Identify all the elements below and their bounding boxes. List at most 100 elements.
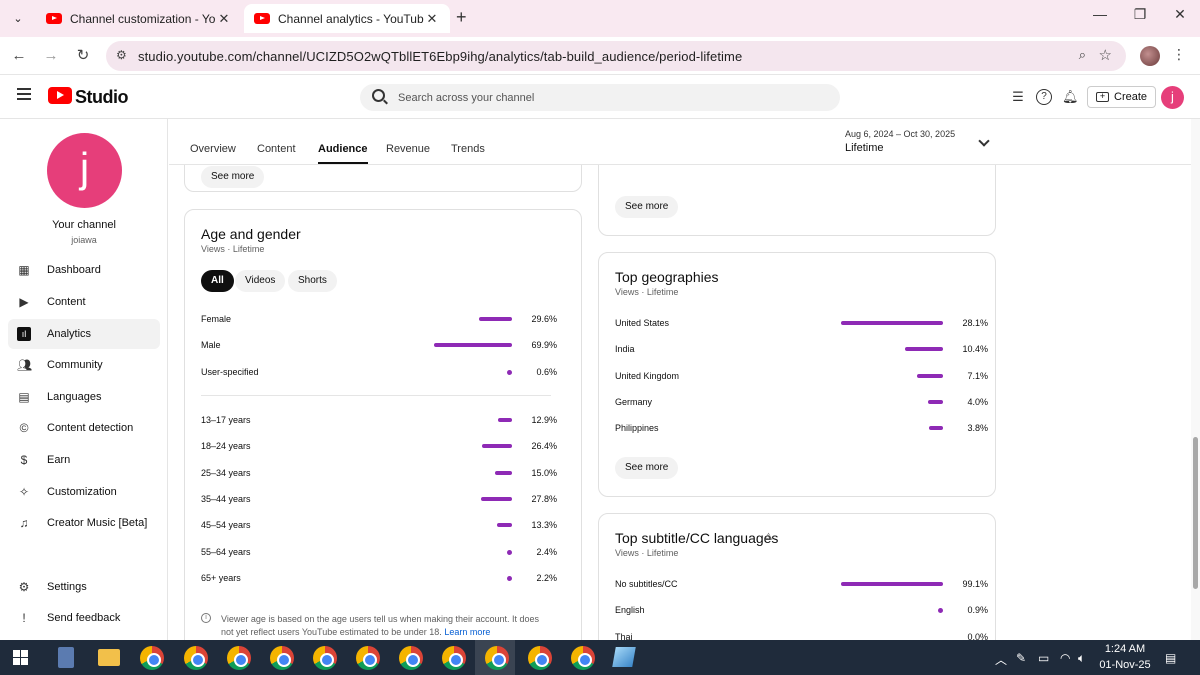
sidebar-item-send-feedback[interactable]: ! Send feedback <box>8 603 160 633</box>
clock-date[interactable]: 01-Nov-25 <box>1095 659 1155 671</box>
chevron-down-icon[interactable] <box>978 135 990 147</box>
chrome-app-icon[interactable] <box>184 646 208 670</box>
period-date-range[interactable]: Aug 6, 2024 – Oct 30, 2025 <box>845 129 955 139</box>
tab-content[interactable]: Content <box>257 143 296 155</box>
period-selector[interactable]: Lifetime <box>845 142 884 154</box>
close-window-icon[interactable]: ✕ <box>1168 6 1192 23</box>
hamburger-menu-icon[interactable] <box>17 88 31 100</box>
sidebar-item-settings[interactable]: ⚙ Settings <box>8 572 160 602</box>
notifications-bell-icon[interactable]: 🔔︎ <box>1062 89 1079 105</box>
wifi-icon[interactable]: ◠ <box>1060 651 1070 665</box>
age-bar[interactable] <box>495 470 512 475</box>
chrome-app-icon[interactable] <box>571 646 595 670</box>
site-info-icon[interactable]: ⚙ <box>116 48 127 62</box>
see-more-button[interactable]: See more <box>615 457 679 479</box>
volume-icon[interactable]: 🔈︎ <box>1078 651 1085 666</box>
age-bar[interactable] <box>480 496 512 501</box>
show-hidden-icons-icon[interactable]: ︿ <box>995 651 1007 668</box>
see-more-button[interactable]: See more <box>615 196 679 218</box>
filter-videos-chip[interactable]: Videos <box>235 270 286 292</box>
browser-tab-analytics[interactable]: Channel analytics - YouTube St ✕ <box>244 4 450 33</box>
close-tab-icon[interactable]: ✕ <box>424 11 440 27</box>
sidebar-item-content-detection[interactable]: © Content detection <box>8 413 160 443</box>
browser-tab-customization[interactable]: Channel customization - YouTu ✕ <box>36 4 242 33</box>
subtitles-icon[interactable]: ☰ <box>1010 89 1026 105</box>
sidebar-item-languages[interactable]: ▤ Languages <box>8 382 160 412</box>
sidebar-item-creator-music[interactable]: ♫ Creator Music [Beta] <box>8 508 160 538</box>
browser-profile-avatar[interactable] <box>1140 46 1160 66</box>
clock-time[interactable]: 1:24 AM <box>1095 643 1155 655</box>
search-box[interactable] <box>360 84 840 111</box>
warning-icon[interactable]: ⚠ <box>764 532 773 543</box>
chrome-app-icon[interactable] <box>485 646 509 670</box>
geography-bar[interactable] <box>905 347 943 352</box>
channel-avatar[interactable]: j <box>47 133 122 208</box>
notifications-icon[interactable]: ▤ <box>1165 651 1176 665</box>
tab-revenue[interactable]: Revenue <box>386 143 430 155</box>
learn-more-link[interactable]: Learn more <box>444 627 490 637</box>
geography-bar[interactable] <box>929 426 943 431</box>
subtitle-language-bar-dot[interactable] <box>938 608 943 614</box>
tab-trends[interactable]: Trends <box>451 143 485 155</box>
reload-icon[interactable]: ↻ <box>72 45 94 67</box>
chrome-app-icon[interactable] <box>356 646 380 670</box>
sidebar-item-earn[interactable]: $ Earn <box>8 445 160 475</box>
close-tab-icon[interactable]: ✕ <box>216 11 232 27</box>
calculator-app-icon[interactable] <box>58 647 74 668</box>
forward-icon[interactable]: → <box>40 45 62 67</box>
age-bar[interactable] <box>497 523 512 528</box>
bookmark-star-icon[interactable]: ☆ <box>1099 46 1112 64</box>
geography-bar[interactable] <box>840 321 943 325</box>
age-bar[interactable] <box>482 444 512 449</box>
url-text[interactable]: studio.youtube.com/channel/UCIZD5O2wQTbl… <box>138 49 742 64</box>
studio-logo-text[interactable]: Studio <box>75 87 129 108</box>
subtitle-language-bar[interactable] <box>840 582 943 586</box>
gender-bar[interactable] <box>433 343 512 348</box>
file-explorer-icon[interactable] <box>98 649 120 666</box>
address-bar[interactable]: ⚙ studio.youtube.com/channel/UCIZD5O2wQT… <box>106 41 1126 71</box>
chrome-app-icon[interactable] <box>227 646 251 670</box>
sidebar-item-dashboard[interactable]: ▦ Dashboard <box>8 255 160 285</box>
geography-bar[interactable] <box>917 373 943 378</box>
battery-icon[interactable]: ▭ <box>1038 651 1049 665</box>
chrome-app-icon[interactable] <box>313 646 337 670</box>
zoom-icon[interactable]: ⌕ <box>1079 47 1086 63</box>
age-bar-dot[interactable] <box>507 575 512 581</box>
youtube-logo-icon[interactable] <box>48 87 72 104</box>
create-button[interactable]: + Create <box>1087 86 1157 108</box>
tab-overview[interactable]: Overview <box>190 143 236 155</box>
geography-bar[interactable] <box>928 399 943 404</box>
gender-bar-dot[interactable] <box>507 369 512 375</box>
chrome-app-icon[interactable] <box>442 646 466 670</box>
sidebar-item-analytics[interactable]: ıl Analytics <box>8 319 160 349</box>
sidebar-item-community[interactable]: 👥︎ Community <box>8 350 160 380</box>
chrome-app-icon[interactable] <box>270 646 294 670</box>
chrome-app-icon[interactable] <box>140 646 164 670</box>
sidebar-item-customization[interactable]: ✧ Customization <box>8 477 160 507</box>
windows-start-icon[interactable] <box>13 650 28 665</box>
filter-shorts-chip[interactable]: Shorts <box>288 270 337 292</box>
new-tab-icon[interactable]: + <box>456 7 467 28</box>
info-icon[interactable]: i <box>201 613 211 623</box>
tab-search-chevron-icon[interactable]: ⌄ <box>6 6 30 30</box>
account-avatar[interactable]: j <box>1161 86 1184 109</box>
see-more-button[interactable]: See more <box>201 166 265 188</box>
age-bar-dot[interactable] <box>507 549 512 555</box>
age-bar[interactable] <box>497 418 512 422</box>
tab-audience[interactable]: Audience <box>318 143 368 164</box>
minimize-icon[interactable]: — <box>1088 6 1112 22</box>
app-tile-icon[interactable] <box>612 647 636 667</box>
browser-menu-icon[interactable]: ⋮ <box>1172 46 1186 63</box>
search-input[interactable] <box>398 89 818 106</box>
gender-bar[interactable] <box>478 317 512 321</box>
help-icon[interactable]: ? <box>1036 89 1052 105</box>
chrome-app-icon[interactable] <box>528 646 552 670</box>
back-icon[interactable]: ← <box>8 45 30 67</box>
page-scrollbar[interactable] <box>1191 119 1200 640</box>
restore-icon[interactable]: ❐ <box>1128 6 1152 23</box>
sidebar-item-content[interactable]: ▶ Content <box>8 287 160 317</box>
scrollbar-thumb[interactable] <box>1193 437 1198 589</box>
filter-all-chip[interactable]: All <box>201 270 234 292</box>
pen-icon[interactable]: ✎ <box>1016 651 1026 665</box>
chrome-app-icon[interactable] <box>399 646 423 670</box>
